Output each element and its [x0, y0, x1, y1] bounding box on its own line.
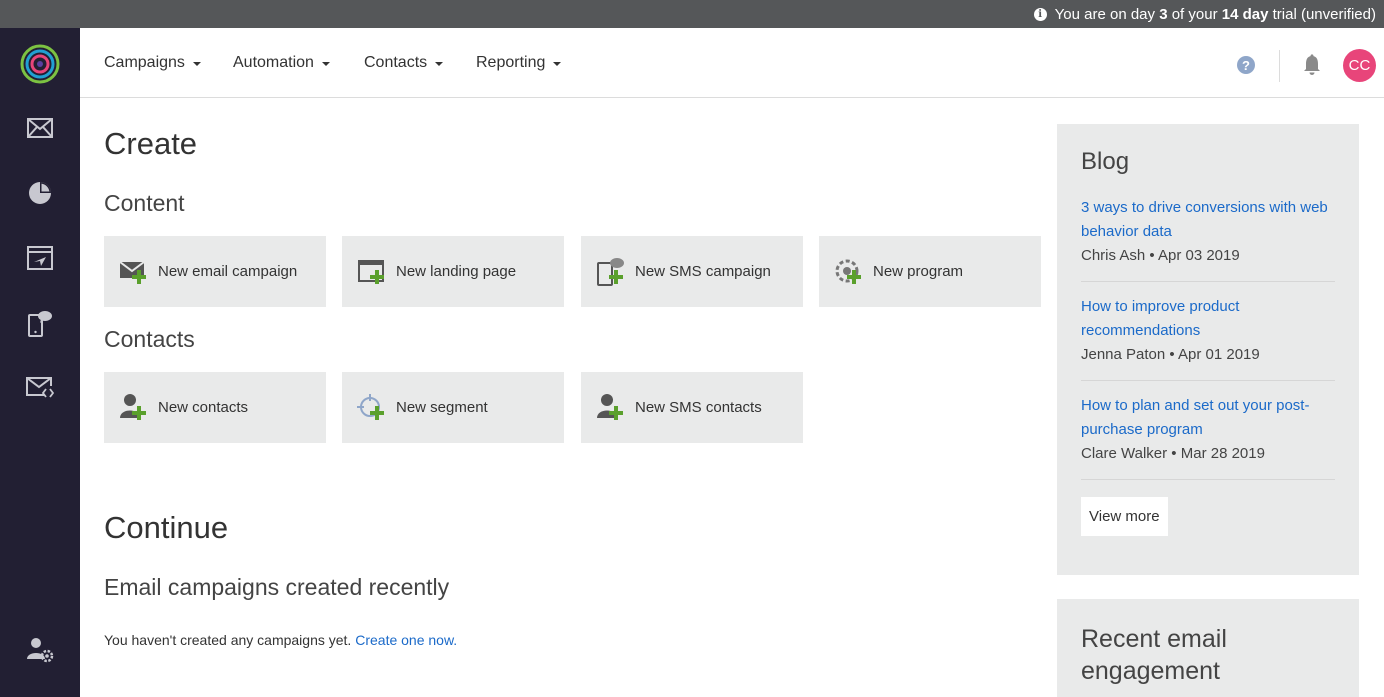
sms-add-icon [595, 256, 629, 288]
email-code-icon[interactable] [26, 374, 54, 402]
contact-add-icon [118, 392, 152, 424]
tile-label: New SMS campaign [635, 263, 771, 280]
empty-campaigns-message: You haven't created any campaigns yet. C… [104, 632, 457, 648]
recent-engagement-panel: Recent email engagement [1057, 599, 1359, 697]
new-program-tile[interactable]: New program [819, 236, 1041, 307]
engagement-title: Recent email engagement [1081, 625, 1227, 685]
create-one-link[interactable]: Create one now. [355, 632, 457, 648]
blog-post: How to plan and set out your post-purcha… [1081, 394, 1335, 480]
new-email-campaign-tile[interactable]: New email campaign [104, 236, 326, 307]
content-heading: Content [104, 190, 185, 216]
blog-post: How to improve product recommendations J… [1081, 295, 1335, 381]
segment-add-icon [356, 392, 390, 424]
info-icon: i [1033, 7, 1047, 21]
sidebar [0, 28, 80, 697]
create-title: Create [104, 126, 198, 161]
email-add-icon [118, 256, 152, 288]
nav-campaigns[interactable]: Campaigns [104, 54, 201, 72]
avatar[interactable]: CC [1343, 49, 1376, 82]
blog-post-meta: Jenna Paton • Apr 01 2019 [1081, 346, 1260, 363]
landing-page-add-icon [356, 256, 390, 288]
trial-length: 14 day [1221, 5, 1269, 23]
pie-chart-icon[interactable] [26, 179, 54, 207]
nav-automation[interactable]: Automation [233, 54, 330, 72]
blog-post: 3 ways to drive conversions with web beh… [1081, 196, 1335, 282]
user-settings-icon[interactable] [26, 636, 54, 664]
blog-post-date: Apr 01 2019 [1178, 346, 1260, 363]
blog-post-meta: Clare Walker • Mar 28 2019 [1081, 445, 1265, 462]
top-navigation: Campaigns Automation Contacts Reporting … [80, 28, 1384, 98]
tile-label: New landing page [396, 263, 517, 280]
nav-contacts-label: Contacts [364, 54, 428, 71]
trial-suffix: trial (unverified) [1272, 5, 1376, 23]
trial-day: 3 [1159, 5, 1168, 23]
blog-post-date: Apr 03 2019 [1157, 247, 1240, 264]
recent-campaigns-heading: Email campaigns created recently [104, 574, 450, 600]
tile-label: New SMS contacts [635, 399, 762, 416]
nav-reporting-label: Reporting [476, 54, 546, 71]
sms-icon[interactable] [26, 309, 54, 337]
chevron-down-icon [553, 62, 562, 66]
empty-text: You haven't created any campaigns yet. [104, 632, 356, 648]
tile-label: New email campaign [158, 263, 298, 280]
trial-middle: of your [1171, 5, 1218, 23]
new-segment-tile[interactable]: New segment [342, 372, 564, 443]
help-icon[interactable]: ? [1237, 56, 1255, 74]
chevron-down-icon [435, 62, 444, 66]
blog-panel: Blog 3 ways to drive conversions with we… [1057, 124, 1359, 575]
nav-contacts[interactable]: Contacts [364, 54, 444, 72]
envelope-icon[interactable] [26, 114, 54, 142]
automation-icon[interactable] [26, 244, 54, 272]
bell-icon[interactable] [1302, 54, 1322, 76]
trial-prefix: You are on day [1054, 5, 1156, 23]
program-add-icon [833, 256, 867, 288]
blog-post-author: Clare Walker [1081, 445, 1168, 462]
blog-post-author: Chris Ash [1081, 247, 1146, 264]
tile-label: New segment [396, 399, 488, 416]
blog-post-date: Mar 28 2019 [1180, 445, 1265, 462]
nav-automation-label: Automation [233, 54, 314, 71]
sms-contact-add-icon [595, 392, 629, 424]
new-landing-page-tile[interactable]: New landing page [342, 236, 564, 307]
nav-reporting[interactable]: Reporting [476, 54, 562, 72]
tile-label: New contacts [158, 399, 249, 416]
contacts-heading: Contacts [104, 326, 195, 352]
blog-post-author: Jenna Paton [1081, 346, 1166, 363]
chevron-down-icon [192, 62, 201, 66]
blog-post-meta: Chris Ash • Apr 03 2019 [1081, 247, 1240, 264]
blog-post-link[interactable]: How to improve product recommendations [1081, 295, 1335, 343]
new-sms-contacts-tile[interactable]: New SMS contacts [581, 372, 803, 443]
new-sms-campaign-tile[interactable]: New SMS campaign [581, 236, 803, 307]
nav-divider [1279, 50, 1280, 82]
continue-title: Continue [104, 510, 229, 545]
blog-post-link[interactable]: How to plan and set out your post-purcha… [1081, 394, 1335, 442]
view-more-button[interactable]: View more [1081, 497, 1168, 536]
blog-post-link[interactable]: 3 ways to drive conversions with web beh… [1081, 196, 1335, 244]
nav-campaigns-label: Campaigns [104, 54, 185, 71]
chevron-down-icon [321, 62, 330, 66]
blog-title: Blog [1081, 148, 1130, 175]
tile-label: New program [873, 263, 964, 280]
trial-banner: i You are on day 3 of your 14 day trial … [0, 0, 1384, 28]
logo[interactable] [20, 44, 60, 84]
new-contacts-tile[interactable]: New contacts [104, 372, 326, 443]
